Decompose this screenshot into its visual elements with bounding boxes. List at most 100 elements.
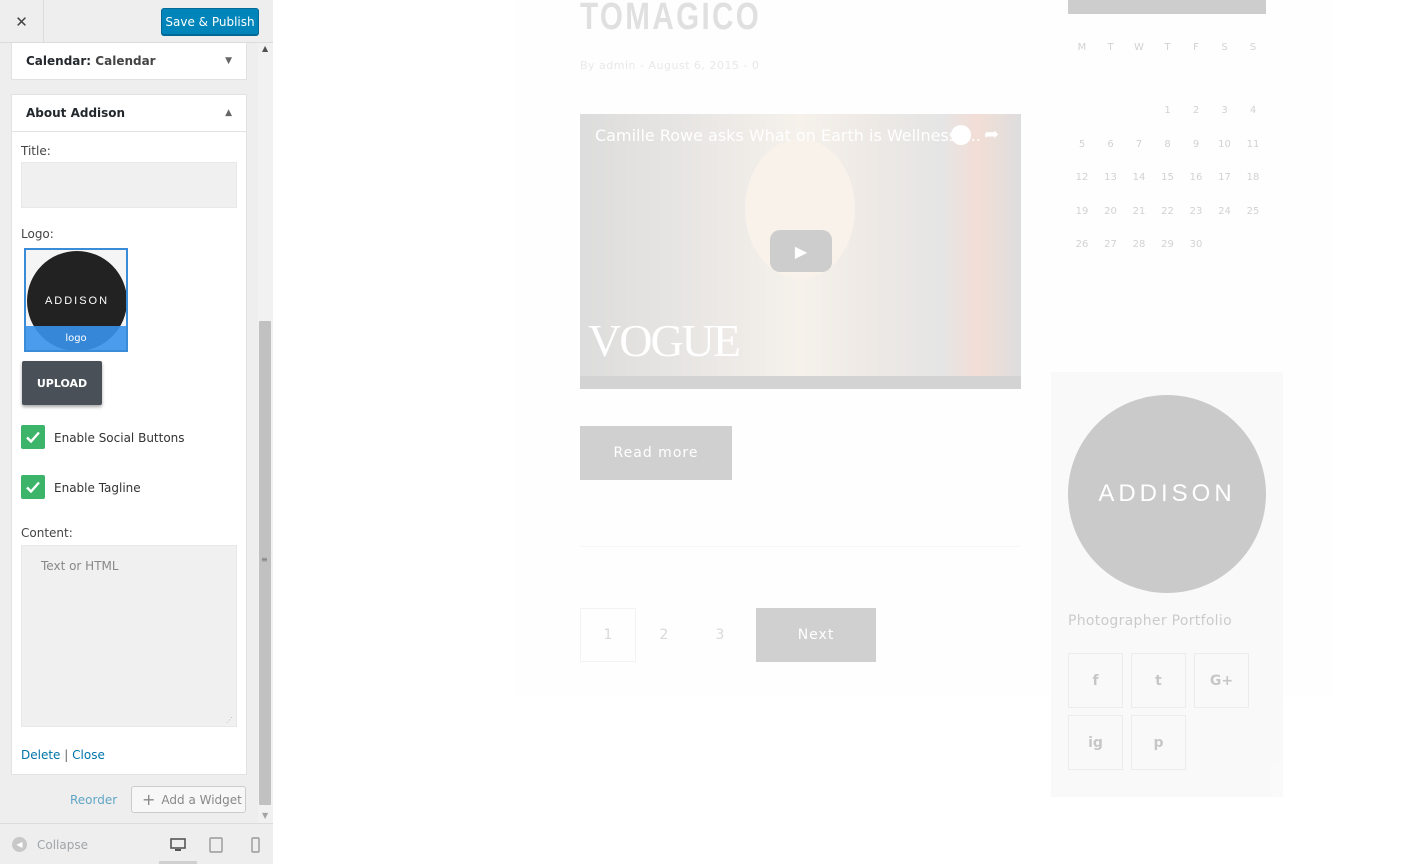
google-plus-icon[interactable]: G+: [1194, 653, 1249, 708]
calendar-day[interactable]: 28: [1125, 239, 1153, 250]
calendar-weekday: F: [1193, 42, 1199, 53]
calendar-day[interactable]: 18: [1239, 172, 1267, 183]
calendar-weekdays: MTWTFSS: [1068, 42, 1266, 56]
next-page-button[interactable]: Next: [756, 608, 876, 662]
calendar-day[interactable]: 1: [1154, 105, 1182, 116]
calendar-day[interactable]: 13: [1097, 172, 1125, 183]
instagram-icon[interactable]: ig: [1068, 715, 1123, 770]
calendar-day[interactable]: 3: [1211, 105, 1239, 116]
calendar-day[interactable]: 29: [1154, 239, 1182, 250]
chevron-down-icon: ▼: [225, 56, 232, 66]
divider: [580, 546, 1021, 547]
play-button[interactable]: ▶: [770, 230, 832, 272]
about-tagline: Photographer Portfolio: [1068, 613, 1232, 629]
calendar-day[interactable]: 14: [1125, 172, 1153, 183]
logo-preview[interactable]: ADDISON logo: [24, 248, 128, 352]
video-title[interactable]: Camille Rowe asks What on Earth is Welln…: [595, 126, 981, 145]
calendar-week: 12 13 14 15 16 17 18: [1068, 172, 1266, 186]
pinterest-icon[interactable]: p: [1131, 715, 1186, 770]
calendar-day[interactable]: 8: [1154, 139, 1182, 150]
calendar-header-bar: [1068, 0, 1266, 14]
site-preview: TOMAGICO By admin - August 6, 2015 - 0 C…: [274, 0, 1419, 864]
video-control-bar: [580, 376, 1021, 389]
facebook-icon[interactable]: f: [1068, 653, 1123, 708]
reorder-link[interactable]: Reorder: [70, 793, 117, 807]
calendar-weekday: M: [1077, 42, 1087, 53]
calendar-day[interactable]: 7: [1125, 139, 1153, 150]
calendar-day[interactable]: 26: [1068, 239, 1096, 250]
calendar-day[interactable]: 30: [1182, 239, 1210, 250]
post-title[interactable]: TOMAGICO: [580, 0, 761, 39]
enable-social-checkbox[interactable]: [21, 425, 45, 449]
mobile-preview-icon[interactable]: [246, 836, 264, 854]
content-placeholder: Text or HTML: [41, 559, 119, 573]
title-label: Title:: [21, 144, 51, 158]
desktop-preview-icon[interactable]: [169, 836, 187, 854]
logo-caption: logo: [26, 326, 126, 350]
watch-later-icon[interactable]: [951, 125, 971, 145]
calendar-day[interactable]: 11: [1239, 139, 1267, 150]
widget-about-header[interactable]: About Addison ▲: [11, 94, 247, 132]
calendar-weekday: T: [1107, 42, 1114, 53]
calendar-weekday: T: [1164, 42, 1171, 53]
collapse-icon[interactable]: ◀: [12, 837, 27, 852]
video-brand-logo: VOGUE: [588, 315, 741, 366]
link-separator: |: [64, 748, 69, 762]
enable-social-label: Enable Social Buttons: [54, 431, 185, 445]
play-icon: ▶: [794, 241, 808, 261]
scroll-down-arrow-icon[interactable]: ▼: [262, 811, 268, 820]
delete-link[interactable]: Delete: [21, 748, 60, 762]
plus-icon: +: [142, 790, 156, 809]
calendar-day[interactable]: 21: [1125, 206, 1153, 217]
checkmark-icon: [26, 481, 40, 494]
title-input[interactable]: [21, 162, 237, 208]
calendar-day[interactable]: 22: [1154, 206, 1182, 217]
calendar-day[interactable]: 15: [1154, 172, 1182, 183]
calendar-week: 1234: [1068, 105, 1266, 119]
enable-tagline-checkbox[interactable]: [21, 475, 45, 499]
calendar-week: 5 6 7 8 9 10 11: [1068, 139, 1266, 153]
twitter-icon[interactable]: t: [1131, 653, 1186, 708]
calendar-day[interactable]: 6: [1097, 139, 1125, 150]
widgets-panel: Calendar: Calendar ▼ About Addison ▲ Tit…: [0, 43, 258, 823]
calendar-day[interactable]: 12: [1068, 172, 1096, 183]
page-link-2[interactable]: 2: [636, 608, 692, 662]
content-textarea[interactable]: Text or HTML ⋰: [21, 545, 237, 727]
tablet-preview-icon[interactable]: [207, 836, 225, 854]
scroll-up-arrow-icon[interactable]: ▲: [262, 44, 268, 53]
calendar-day[interactable]: 27: [1097, 239, 1125, 250]
calendar-day[interactable]: 17: [1211, 172, 1239, 183]
resize-grip-icon[interactable]: ⋰: [226, 716, 234, 724]
read-more-button[interactable]: Read more: [580, 426, 732, 480]
widget-calendar-header[interactable]: Calendar: Calendar ▼: [11, 43, 247, 80]
calendar-day[interactable]: 16: [1182, 172, 1210, 183]
calendar-day[interactable]: 24: [1211, 206, 1239, 217]
upload-button[interactable]: UPLOAD: [22, 361, 102, 405]
panel-scrollbar[interactable]: ▲ ≡ ▼: [258, 43, 273, 823]
customizer-footer: ◀ Collapse: [0, 823, 273, 864]
video-embed[interactable]: Camille Rowe asks What on Earth is Welln…: [580, 114, 1021, 389]
calendar-day[interactable]: 25: [1239, 206, 1267, 217]
calendar-day[interactable]: 19: [1068, 206, 1096, 217]
grip-icon: ≡: [261, 555, 268, 564]
widget-about-form: Title: Logo: ADDISON logo UPLOAD Enable …: [11, 132, 247, 775]
widget-calendar-name: Calendar:: [26, 54, 92, 68]
calendar-day[interactable]: 9: [1182, 139, 1210, 150]
save-publish-button[interactable]: Save & Publish: [161, 8, 259, 35]
scrollbar-thumb[interactable]: ≡: [259, 321, 271, 805]
calendar-day[interactable]: 23: [1182, 206, 1210, 217]
calendar-day[interactable]: 4: [1239, 105, 1267, 116]
calendar-day[interactable]: 20: [1097, 206, 1125, 217]
calendar-day[interactable]: 10: [1211, 139, 1239, 150]
add-widget-button[interactable]: + Add a Widget: [131, 786, 246, 813]
customizer-header: ✕ Save & Publish: [0, 0, 273, 43]
page-link-3[interactable]: 3: [692, 608, 748, 662]
calendar-day[interactable]: 5: [1068, 139, 1096, 150]
page-link-1[interactable]: 1: [580, 608, 636, 662]
close-customizer-button[interactable]: ✕: [0, 0, 44, 43]
close-link[interactable]: Close: [72, 748, 105, 762]
calendar-day[interactable]: 2: [1182, 105, 1210, 116]
collapse-button[interactable]: Collapse: [37, 838, 88, 852]
about-logo: ADDISON: [1068, 395, 1266, 593]
share-icon[interactable]: ➦: [984, 124, 999, 145]
